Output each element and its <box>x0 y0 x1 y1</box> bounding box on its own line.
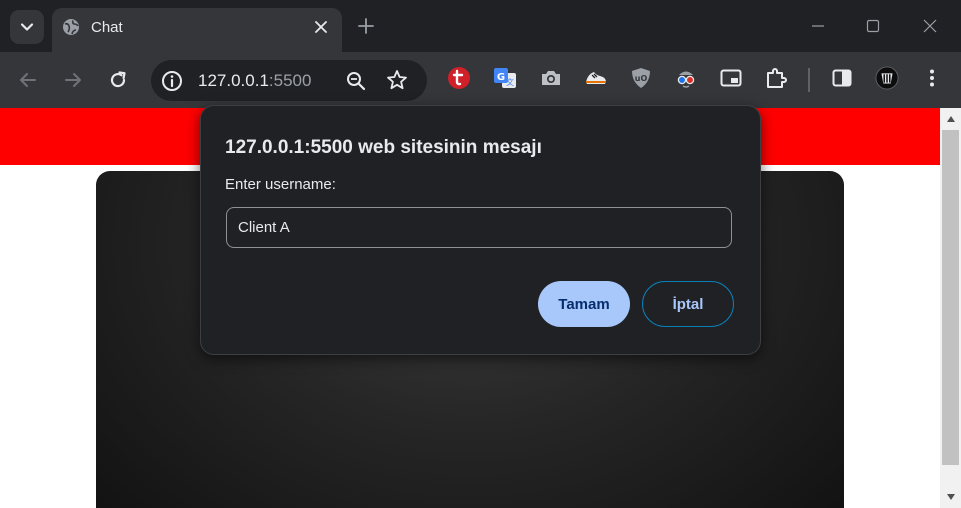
camera-icon-graphic <box>542 71 560 85</box>
cancel-button[interactable]: İptal <box>642 281 734 327</box>
ublock-icon[interactable]: uO <box>629 66 653 90</box>
dialog-title: 127.0.0.1:5500 web sitesinin mesajı <box>225 137 542 158</box>
tubi-extension-icon[interactable] <box>447 66 471 90</box>
tab-close-button[interactable] <box>311 17 331 37</box>
plus-icon <box>358 18 374 34</box>
forward-button[interactable] <box>59 66 87 94</box>
spy-glasses-icon[interactable] <box>674 66 698 90</box>
close-icon <box>923 19 937 33</box>
browser-toolbar: 127.0.0.1:5500 G 文 uO <box>0 52 961 108</box>
sneaker-icon[interactable] <box>584 66 608 90</box>
window-close-button[interactable] <box>918 14 942 38</box>
picture-in-picture-icon-graphic <box>720 69 742 87</box>
url-host: 127.0.0.1 <box>198 71 269 90</box>
tubi-extension-icon-graphic <box>448 67 470 89</box>
ublock-icon-graphic: uO <box>632 68 650 88</box>
svg-text:文: 文 <box>506 77 514 87</box>
info-icon[interactable] <box>161 70 183 92</box>
prompt-dialog: 127.0.0.1:5500 web sitesinin mesajı Ente… <box>200 105 761 355</box>
active-tab[interactable]: Chat <box>52 8 342 52</box>
tab-title: Chat <box>91 19 123 36</box>
google-translate-icon[interactable]: G 文 <box>493 66 517 90</box>
browser-menu-button[interactable] <box>920 66 944 90</box>
dialog-message: Enter username: <box>225 176 336 193</box>
svg-text:G: G <box>497 72 505 83</box>
reload-icon <box>110 71 126 88</box>
scrollbar-thumb[interactable] <box>942 130 959 465</box>
zoom-icon[interactable] <box>345 70 367 92</box>
triangle-down-icon <box>946 494 955 500</box>
page-scrollbar[interactable] <box>940 108 961 508</box>
reload-button[interactable] <box>104 66 132 94</box>
scroll-up-button[interactable] <box>940 108 961 130</box>
chevron-down-icon <box>20 23 34 31</box>
maximize-button[interactable] <box>861 14 885 38</box>
avatar-icon <box>875 66 899 90</box>
profile-avatar[interactable] <box>875 66 899 90</box>
ok-button[interactable]: Tamam <box>538 281 630 327</box>
maximize-icon <box>866 19 880 33</box>
tab-strip: Chat <box>0 0 961 52</box>
minimize-button[interactable] <box>806 14 830 38</box>
extensions-puzzle-icon[interactable] <box>764 66 788 90</box>
globe-icon <box>63 19 79 35</box>
toolbar-separator <box>808 68 810 92</box>
username-input[interactable] <box>226 207 732 248</box>
new-tab-button[interactable] <box>354 14 378 38</box>
picture-in-picture-icon[interactable] <box>719 66 743 90</box>
tab-search-button[interactable] <box>10 10 44 44</box>
side-panel-icon <box>832 69 852 87</box>
spy-glasses-icon-graphic <box>677 71 695 88</box>
side-panel-button[interactable] <box>830 66 854 90</box>
sneaker-icon-graphic <box>586 72 606 84</box>
extensions-puzzle-icon-graphic <box>767 68 787 88</box>
url-port: :5500 <box>268 71 312 90</box>
camera-icon[interactable] <box>539 66 563 90</box>
minimize-icon <box>812 25 824 27</box>
close-icon <box>315 21 327 33</box>
triangle-up-icon <box>946 116 955 122</box>
kebab-menu-icon <box>930 69 934 87</box>
bookmark-star-icon[interactable] <box>386 69 408 91</box>
url-text: 127.0.0.1:5500 <box>198 71 311 91</box>
back-button[interactable] <box>14 66 42 94</box>
google-translate-icon-graphic: G 文 <box>494 68 516 88</box>
svg-text:uO: uO <box>635 74 648 83</box>
address-bar[interactable]: 127.0.0.1:5500 <box>151 60 427 101</box>
scroll-down-button[interactable] <box>940 486 961 508</box>
arrow-left-icon <box>20 73 36 87</box>
arrow-right-icon <box>65 73 81 87</box>
